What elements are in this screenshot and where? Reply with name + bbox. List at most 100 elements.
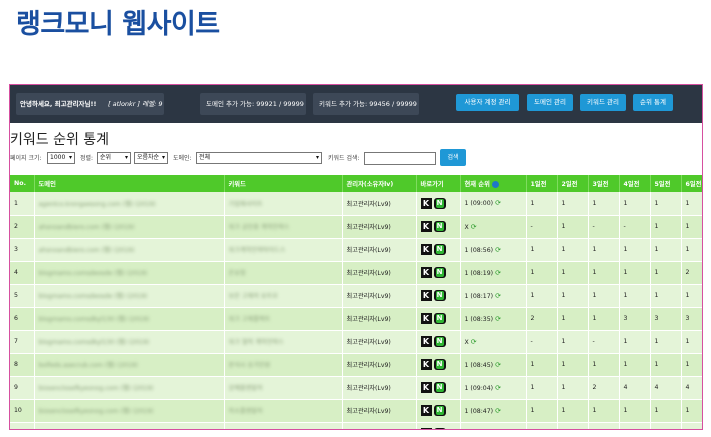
row-day3: 1 (588, 238, 620, 262)
refresh-icon[interactable]: ⟳ (471, 223, 477, 231)
row-domain[interactable]: bolfeds.asecrub.com (웹) (2019) (34, 353, 225, 377)
row-shortcuts: KN (416, 330, 461, 354)
page-size-select[interactable]: 1000 (47, 152, 75, 164)
row-cell (460, 422, 527, 429)
naver-link-icon[interactable]: N (433, 267, 446, 278)
row-day6: 1 (681, 353, 702, 377)
row-domain[interactable]: blogmamo.comsdkyl130 (웹) (2019) (34, 307, 225, 331)
row-domain[interactable]: blogmamo.comsdkyl130 (웹) (2019) (34, 330, 225, 354)
row-cell (650, 422, 682, 429)
row-shortcuts: KN (416, 284, 461, 308)
row-current-rank: X ⟳ (460, 330, 527, 354)
kakao-link-icon[interactable]: K (420, 313, 432, 324)
naver-link-icon[interactable]: N (433, 382, 446, 393)
col-header-day1: 1일전 (526, 175, 558, 192)
refresh-icon[interactable]: ⟳ (495, 199, 501, 207)
row-shortcuts: KN (416, 376, 461, 400)
naver-link-icon[interactable]: N (433, 313, 446, 324)
naver-link-glyph: N (435, 245, 444, 254)
keyword-manage-button[interactable]: 키워드 관리 (580, 94, 626, 111)
row-rank-text: 1 (08:47) (464, 407, 494, 415)
row-day3: 1 (588, 307, 620, 331)
naver-link-glyph: N (435, 291, 444, 300)
row-domain[interactable]: biosenclosefkyeonog.com (웹) (2019) (34, 376, 225, 400)
row-day5: 1 (650, 284, 682, 308)
kakao-link-icon[interactable]: K (420, 336, 432, 347)
keyword-search-input[interactable] (364, 152, 436, 165)
row-keyword: 기업체사이트 (224, 192, 343, 216)
user-account-button[interactable]: 사용자 계정 관리 (456, 94, 519, 111)
naver-link-icon[interactable]: N (433, 405, 446, 416)
row-keyword: 보온 고체의 유트모 (224, 284, 343, 308)
refresh-icon[interactable]: ⟳ (495, 246, 501, 254)
naver-link-icon[interactable]: N (433, 359, 446, 370)
row-current-rank: 1 (08:45) ⟳ (460, 353, 527, 377)
kakao-link-icon[interactable]: K (420, 267, 432, 278)
refresh-icon[interactable]: ⟳ (495, 269, 501, 277)
refresh-icon[interactable]: ⟳ (495, 384, 501, 392)
naver-link-icon[interactable]: N (433, 244, 446, 255)
row-domain[interactable]: ahsnoandbiero.com (웹) (2019) (34, 238, 225, 262)
row-domain[interactable]: ahsnoandbiero.com (웹) (2019) (34, 215, 225, 239)
row-domain[interactable]: biosenclosefkyeonog.com (웹) (2019) (34, 399, 225, 423)
row-domain[interactable]: blogmamo.comsdeosde (웹) (2019) (34, 261, 225, 285)
page-size-label: 페이지 크기: (10, 155, 42, 162)
refresh-icon[interactable]: ⟳ (495, 407, 501, 415)
app-frame: 안녕하세요, 최고관리자님!! [ atlonkr ] 레벨: 9 도메인 추가… (9, 84, 703, 430)
rank-stats-button[interactable]: 순위 통계 (633, 94, 673, 111)
row-day5: 4 (650, 376, 682, 400)
refresh-icon[interactable]: ⟳ (495, 315, 501, 323)
col-header-day6: 6일전 (681, 175, 702, 192)
sort-select[interactable]: 순위 (97, 152, 131, 164)
row-domain-text: ahsnoandbiero.com (웹) (2019) (38, 224, 135, 231)
row-no: 4 (10, 261, 35, 285)
row-domain-text: ahsnoandbiero.com (웹) (2019) (38, 247, 135, 254)
naver-link-icon[interactable]: N (433, 336, 446, 347)
row-day3: - (588, 330, 620, 354)
row-day2: 1 (557, 192, 589, 216)
greeting-text: 안녕하세요, 최고관리자님!! (20, 100, 97, 108)
row-current-rank: 1 (08:17) ⟳ (460, 284, 527, 308)
row-day1: 1 (526, 261, 558, 285)
order-select[interactable]: 오름차순 (134, 152, 168, 164)
section-heading: 키워드 순위 통계 (10, 132, 110, 148)
row-rank-text: X (464, 223, 469, 231)
kakao-link-icon[interactable]: K (420, 221, 432, 232)
naver-link-icon[interactable]: N (433, 290, 446, 301)
refresh-icon[interactable]: ⟳ (495, 292, 501, 300)
kakao-link-icon[interactable]: K (420, 382, 432, 393)
refresh-all-icon[interactable] (491, 180, 499, 188)
domain-select[interactable]: 전체 (196, 152, 322, 164)
kakao-link-icon[interactable]: K (420, 405, 432, 416)
naver-link-icon[interactable]: N (433, 428, 446, 429)
row-domain-text: blogmamo.comsdeosde (웹) (2019) (38, 270, 148, 277)
row-day1: 1 (526, 284, 558, 308)
row-day4: - (619, 215, 651, 239)
search-button[interactable]: 검색 (440, 149, 466, 166)
domain-manage-button[interactable]: 도메인 관리 (527, 94, 573, 111)
row-day2: 1 (557, 399, 589, 423)
kakao-link-icon[interactable]: K (420, 197, 432, 209)
naver-link-icon[interactable]: N (433, 197, 446, 209)
kakao-link-icon[interactable]: K (420, 290, 432, 301)
row-cell (342, 422, 417, 429)
col-header-no: No. (10, 175, 35, 192)
row-domain-text: biosenclosefkyeonog.com (웹) (2019) (38, 385, 154, 392)
row-current-rank: 1 (08:35) ⟳ (460, 307, 527, 331)
kakao-link-icon[interactable]: K (420, 244, 432, 255)
col-header-shortcut: 바로가기 (416, 175, 461, 192)
row-cell (224, 422, 343, 429)
kakao-link-icon[interactable]: K (420, 359, 432, 370)
naver-link-glyph: N (435, 337, 444, 346)
refresh-icon[interactable]: ⟳ (495, 361, 501, 369)
naver-link-glyph: N (435, 360, 444, 369)
naver-link-icon[interactable]: N (433, 221, 446, 232)
refresh-icon[interactable]: ⟳ (471, 338, 477, 346)
table-header-row: No. 도메인 키워드 관리자(소유자lv) 바로가기 현재 순위 1일전 2일… (10, 175, 702, 192)
row-day6: 1 (681, 215, 702, 239)
kakao-link-icon[interactable]: K (420, 428, 432, 429)
row-shortcuts: KN (416, 422, 461, 429)
row-keyword-text: 하소플렌말하 (228, 408, 263, 415)
row-domain[interactable]: agentco.krongaesong.com (웹) (2019) (34, 192, 225, 216)
row-domain[interactable]: blogmamo.comsdeosde (웹) (2019) (34, 284, 225, 308)
